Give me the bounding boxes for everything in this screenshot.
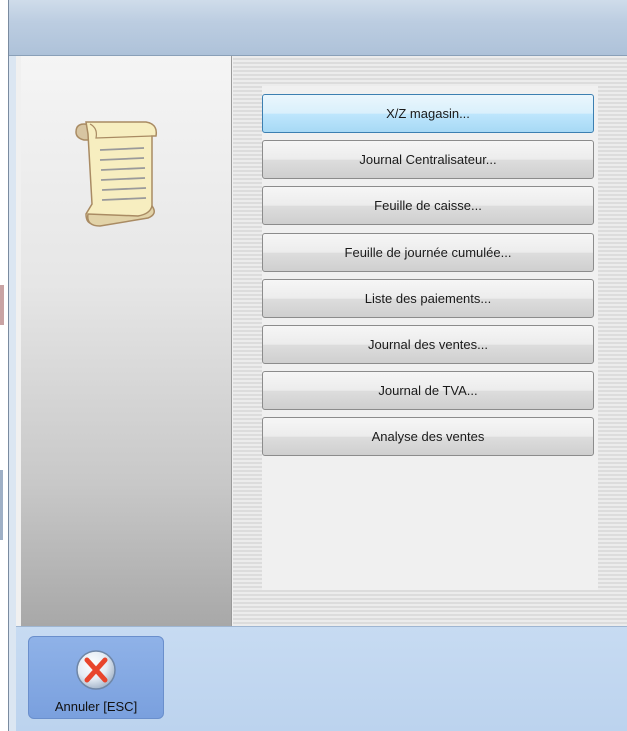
right-button-panel: X/Z magasin... Journal Centralisateur...… xyxy=(233,56,627,626)
report-button-list: X/Z magasin... Journal Centralisateur...… xyxy=(262,86,598,590)
journal-centralisateur-button[interactable]: Journal Centralisateur... xyxy=(262,140,594,179)
journal-des-ventes-button[interactable]: Journal des ventes... xyxy=(262,325,594,364)
cancel-x-icon xyxy=(67,645,125,700)
feuille-de-journee-cumulee-button[interactable]: Feuille de journée cumulée... xyxy=(262,233,594,272)
xz-magasin-button[interactable]: X/Z magasin... xyxy=(262,94,594,133)
report-window: X/Z magasin... Journal Centralisateur...… xyxy=(8,0,627,731)
feuille-de-caisse-button[interactable]: Feuille de caisse... xyxy=(262,186,594,225)
cancel-button-label: Annuler [ESC] xyxy=(54,699,138,714)
left-edge-strip xyxy=(0,0,8,731)
journal-de-tva-button[interactable]: Journal de TVA... xyxy=(262,371,594,410)
analyse-des-ventes-button[interactable]: Analyse des ventes xyxy=(262,417,594,456)
left-icon-panel xyxy=(21,56,232,626)
title-bar xyxy=(9,0,627,56)
scroll-document-icon xyxy=(66,114,166,237)
liste-des-paiements-button[interactable]: Liste des paiements... xyxy=(262,279,594,318)
cancel-button[interactable]: Annuler [ESC] xyxy=(28,636,164,719)
window-client-area: X/Z magasin... Journal Centralisateur...… xyxy=(16,56,627,731)
